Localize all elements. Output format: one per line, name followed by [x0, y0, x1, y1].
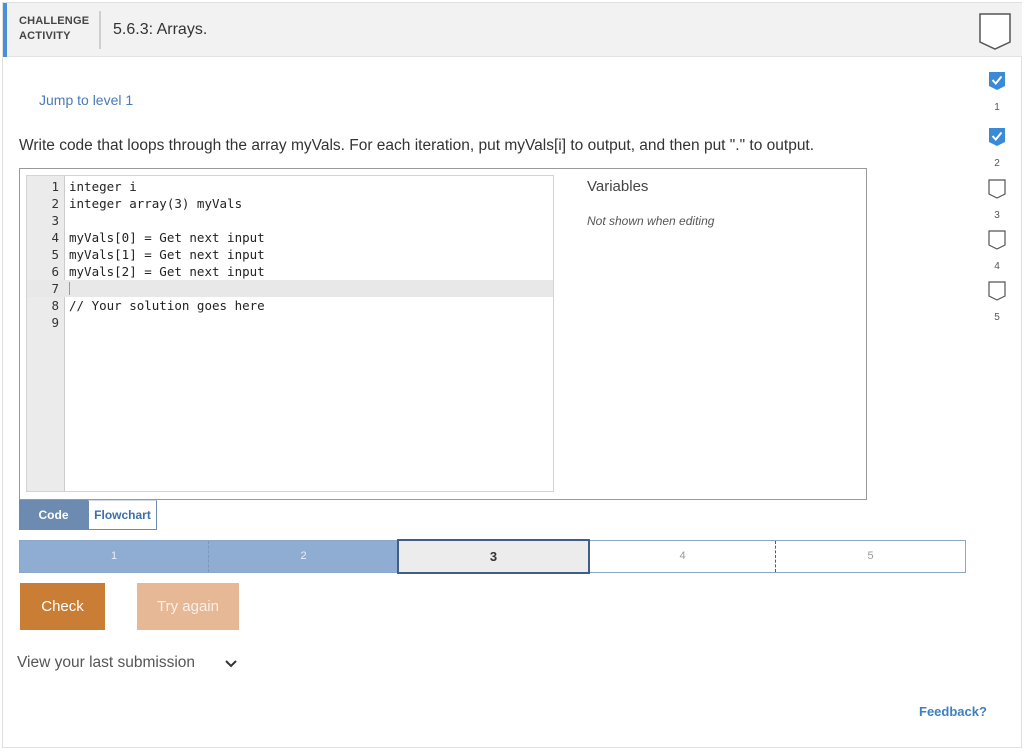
- activity-header: CHALLENGE ACTIVITY 5.6.3: Arrays.: [3, 3, 1022, 57]
- line-number: 1: [51, 179, 59, 194]
- variables-note: Not shown when editing: [587, 214, 715, 228]
- code-line[interactable]: 3: [27, 212, 553, 229]
- code-line[interactable]: 2 integer array(3) myVals: [27, 195, 553, 212]
- line-number: 4: [51, 230, 59, 245]
- code-lines: 1 integer i 2 integer array(3) myVals 3 4m…: [27, 178, 553, 331]
- bookmark-icon[interactable]: [977, 11, 1013, 51]
- code-line-active[interactable]: 7: [27, 280, 553, 297]
- level-number: 1: [994, 102, 1000, 113]
- level-number: 5: [994, 312, 1000, 323]
- level-segment-4[interactable]: 4: [590, 541, 776, 572]
- checkbox-checked-icon: [989, 128, 1005, 146]
- line-code: myVals[2] = Get next input: [69, 264, 265, 279]
- instructions-text: Write code that loops through the array …: [19, 137, 815, 154]
- level-segment-2[interactable]: 2: [209, 541, 398, 572]
- line-code: myVals[1] = Get next input: [69, 247, 265, 262]
- jump-to-level-link[interactable]: Jump to level 1: [39, 92, 133, 108]
- activity-type-line1: CHALLENGE: [19, 15, 90, 27]
- checkbox-empty-icon: [988, 179, 1006, 199]
- level-number: 2: [994, 158, 1000, 169]
- challenge-activity-card: CHALLENGE ACTIVITY 5.6.3: Arrays. 1 2 3 …: [2, 2, 1022, 748]
- line-code: integer i: [69, 179, 137, 194]
- line-code: integer array(3) myVals: [69, 196, 243, 211]
- activity-type-label: CHALLENGE ACTIVITY: [19, 14, 99, 44]
- try-again-button[interactable]: Try again: [137, 583, 239, 630]
- level-progress-bar: 1 2 3 4 5: [19, 539, 966, 574]
- code-line[interactable]: 6 myVals[2] = Get next input: [27, 263, 553, 280]
- checkbox-checked-icon: [989, 72, 1005, 90]
- line-code: // Your solution goes here: [69, 298, 265, 313]
- check-button[interactable]: Check: [20, 583, 105, 630]
- code-line[interactable]: 5 myVals[1] = Get next input: [27, 246, 553, 263]
- line-number: 2: [51, 196, 59, 211]
- level-number: 3: [994, 210, 1000, 221]
- line-number: 5: [51, 247, 59, 262]
- header-accent-bar: [3, 3, 7, 57]
- checkbox-empty-icon: [988, 230, 1006, 250]
- view-last-submission-toggle[interactable]: View your last submission: [17, 654, 195, 672]
- level-segment-3[interactable]: 3: [397, 539, 590, 574]
- tab-code[interactable]: Code: [19, 500, 88, 530]
- level-indicator-3[interactable]: 3: [981, 179, 1013, 229]
- editor-panel: 1 integer i 2 integer array(3) myVals 3 4m…: [19, 168, 867, 500]
- variables-heading: Variables: [587, 178, 649, 195]
- line-number: 9: [51, 315, 59, 330]
- level-number: 4: [994, 261, 1000, 272]
- code-line[interactable]: 9: [27, 314, 553, 331]
- level-indicator-1[interactable]: 1: [981, 71, 1013, 121]
- line-number: 8: [51, 298, 59, 313]
- level-indicator-5[interactable]: 5: [981, 281, 1013, 331]
- checkbox-empty-icon: [988, 281, 1006, 301]
- line-number: 6: [51, 264, 59, 279]
- tab-flowchart[interactable]: Flowchart: [88, 500, 157, 530]
- level-indicator-4[interactable]: 4: [981, 230, 1013, 280]
- code-line[interactable]: 8 // Your solution goes here: [27, 297, 553, 314]
- activity-type-line2: ACTIVITY: [19, 30, 71, 42]
- header-divider: [99, 11, 101, 49]
- line-number: 3: [51, 213, 59, 228]
- line-number: 7: [51, 281, 59, 296]
- code-line[interactable]: 1 integer i: [27, 178, 553, 195]
- code-line[interactable]: 4 myVals[0] = Get next input: [27, 229, 553, 246]
- level-segment-5[interactable]: 5: [776, 541, 965, 572]
- line-code: myVals[0] = Get next input: [69, 230, 265, 245]
- chevron-down-icon[interactable]: [223, 657, 239, 671]
- level-segment-1[interactable]: 1: [20, 541, 209, 572]
- level-indicator-2[interactable]: 2: [981, 127, 1013, 177]
- feedback-link[interactable]: Feedback?: [919, 704, 987, 719]
- code-editor[interactable]: 1 integer i 2 integer array(3) myVals 3 4m…: [26, 175, 554, 492]
- activity-title: 5.6.3: Arrays.: [113, 21, 208, 38]
- text-cursor: [69, 282, 70, 295]
